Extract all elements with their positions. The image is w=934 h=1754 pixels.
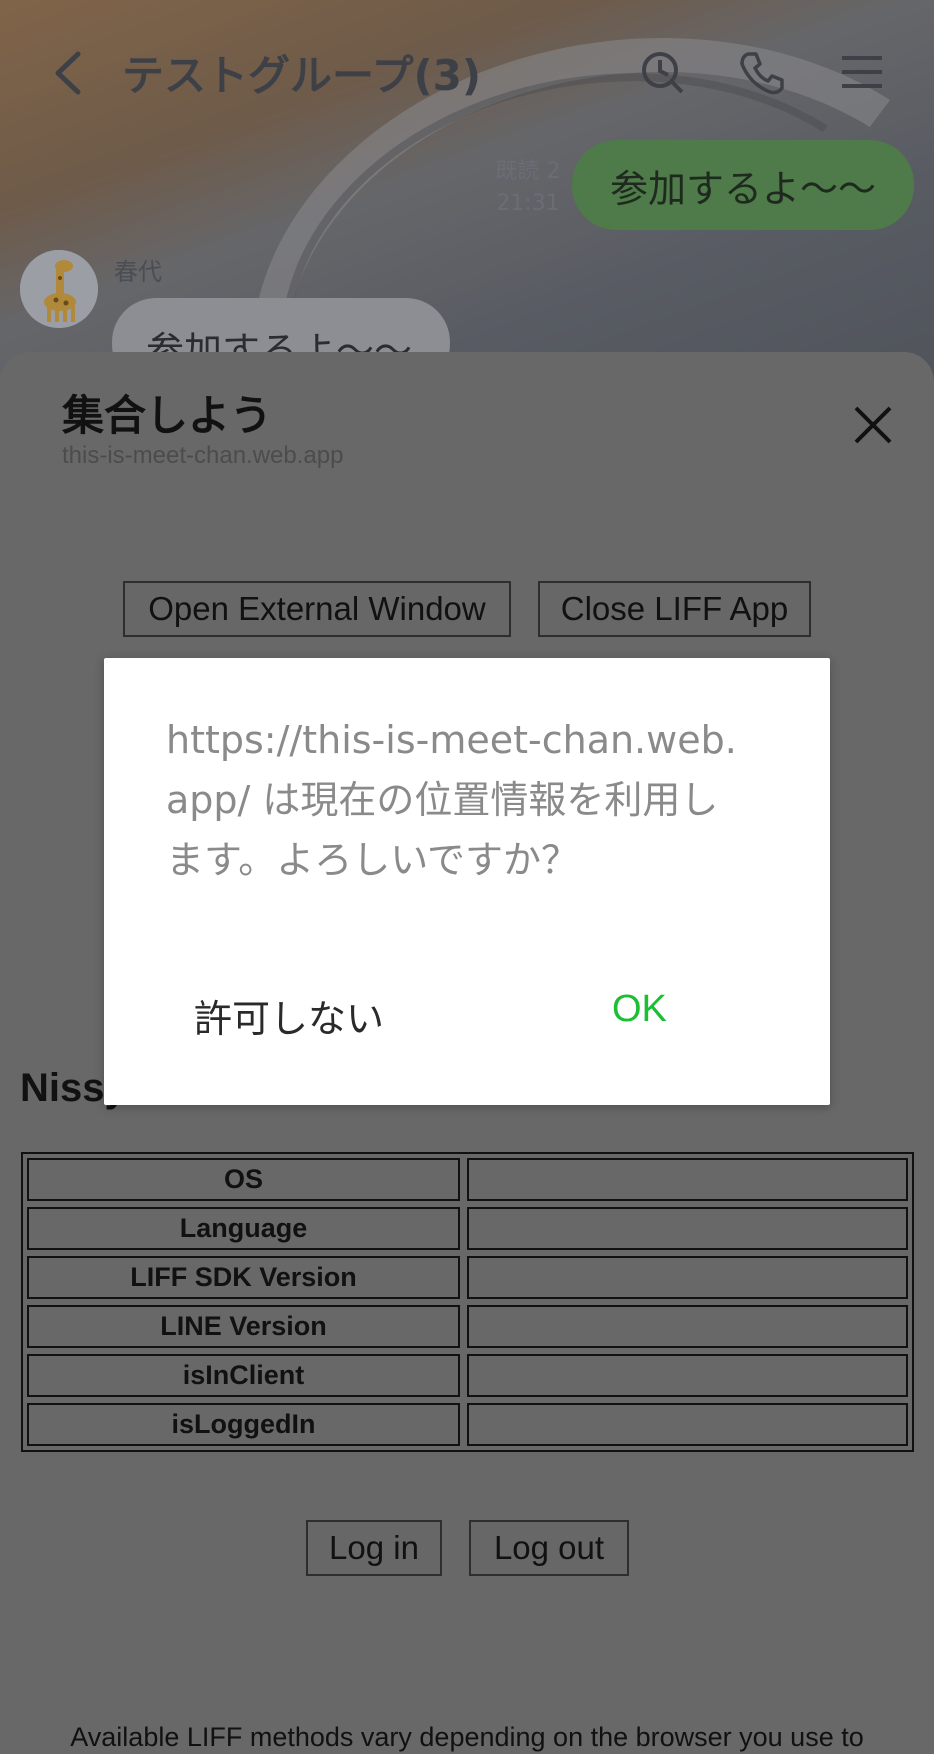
liff-info-table: OS Language LIFF SDK Version LINE Versio… [21,1152,914,1452]
table-key-is-in-client: isInClient [27,1354,460,1397]
table-key-os: OS [27,1158,460,1201]
table-value-language [467,1207,908,1250]
back-chevron-icon[interactable] [52,50,82,96]
clock-icon[interactable] [638,48,686,96]
table-row: OS [27,1158,908,1201]
dialog-message: https://this-is-meet-chan.web.app/ は現在の位… [166,718,737,882]
chat-header: テストグループ(3) [0,0,934,145]
chat-background: テストグループ(3) 既読 2 21:31 参加するよ〜〜 春代 参加するよ〜〜 [0,0,934,400]
log-in-button[interactable]: Log in [306,1520,442,1576]
table-key-liff-sdk-version: LIFF SDK Version [27,1256,460,1299]
table-value-os [467,1158,908,1201]
close-liff-app-button[interactable]: Close LIFF App [538,581,811,637]
table-row: LIFF SDK Version [27,1256,908,1299]
giraffe-avatar-icon [20,250,98,328]
close-icon[interactable] [850,402,896,448]
open-external-window-button[interactable]: Open External Window [123,581,511,637]
table-row: isLoggedIn [27,1403,908,1446]
table-row: isInClient [27,1354,908,1397]
table-row: LINE Version [27,1305,908,1348]
ok-button[interactable]: OK [612,988,667,1031]
menu-icon[interactable] [838,48,886,96]
table-value-line-version [467,1305,908,1348]
liff-url: this-is-meet-chan.web.app [62,442,344,469]
table-value-is-in-client [467,1354,908,1397]
footer-note: Available LIFF methods vary depending on… [70,1722,864,1752]
liff-title: 集合しよう [62,391,273,440]
table-key-is-logged-in: isLoggedIn [27,1403,460,1446]
table-key-language: Language [27,1207,460,1250]
log-out-button[interactable]: Log out [469,1520,629,1576]
table-row: Language [27,1207,908,1250]
table-key-line-version: LINE Version [27,1305,460,1348]
table-value-is-logged-in [467,1403,908,1446]
avatar[interactable] [20,250,98,328]
message-meta: 既読 2 21:31 [488,156,568,220]
deny-button[interactable]: 許可しない [194,988,384,1043]
location-permission-dialog: https://this-is-meet-chan.web.app/ は現在の位… [104,658,830,1105]
table-value-liff-sdk-version [467,1256,908,1299]
read-receipt: 既読 2 [495,159,561,184]
message-time: 21:31 [496,191,560,216]
outgoing-message-bubble[interactable]: 参加するよ〜〜 [572,140,914,230]
sender-name: 春代 [114,258,162,286]
phone-icon[interactable] [738,48,786,96]
chat-title: テストグループ(3) [122,51,482,100]
